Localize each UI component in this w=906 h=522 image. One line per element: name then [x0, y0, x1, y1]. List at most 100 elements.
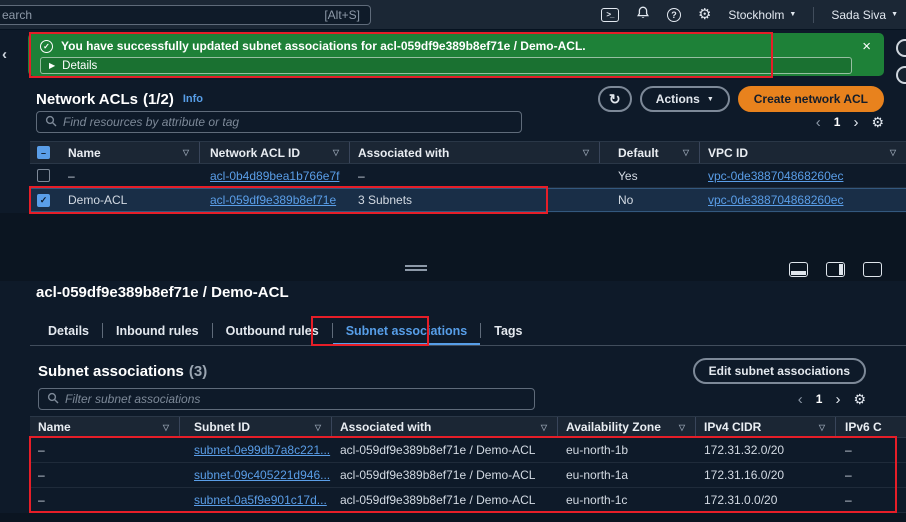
column-header-name[interactable]: Name ▽: [30, 417, 180, 437]
current-page[interactable]: 1: [816, 392, 823, 406]
sort-icon[interactable]: ▽: [183, 148, 189, 157]
search-placeholder-text: earch: [2, 7, 33, 22]
column-header-vpc-id[interactable]: VPC ID ▽: [700, 142, 906, 163]
previous-page-icon[interactable]: ‹: [816, 115, 821, 130]
table-settings-gear-icon[interactable]: ⚙: [871, 115, 884, 129]
info-link[interactable]: Info: [183, 93, 203, 105]
cell-acl-id: acl-0b4d89bea1b766e7f: [200, 164, 350, 187]
acl-pagination: ‹ 1 › ⚙: [816, 115, 884, 130]
sort-icon[interactable]: ▽: [679, 423, 685, 432]
cell-acl-id: acl-059df9e389b8ef71e: [200, 189, 350, 211]
settings-gear-icon[interactable]: ⚙: [698, 7, 711, 22]
select-all-checkbox[interactable]: –: [37, 146, 50, 159]
cell-default: No: [618, 193, 634, 207]
column-header-associated-with[interactable]: Associated with ▽: [350, 142, 600, 163]
column-header-ipv4-cidr[interactable]: IPv4 CIDR ▽: [696, 417, 836, 437]
sort-icon[interactable]: ▽: [819, 423, 825, 432]
subnet-id-link[interactable]: subnet-0a5f9e901c17d...: [194, 493, 327, 507]
acl-filter-input[interactable]: [63, 115, 513, 129]
edge-floating-button[interactable]: [896, 66, 906, 84]
acl-id-link[interactable]: acl-059df9e389b8ef71e: [210, 193, 336, 207]
section-title: Network ACLs: [36, 90, 138, 108]
cell-ipv4-cidr: 172.31.0.0/20: [704, 493, 778, 507]
section-count: (1/2): [142, 90, 174, 108]
region-selector[interactable]: Stockholm ▼: [728, 8, 796, 22]
banner-message: You have successfully updated subnet ass…: [61, 39, 586, 53]
subnet-associations-table: Name ▽ Subnet ID ▽ Associated with ▽ Availa…: [30, 416, 906, 513]
table-row[interactable]: – subnet-0e99db7a8c221... acl-059df9e389…: [30, 438, 906, 463]
previous-page-icon[interactable]: ‹: [798, 392, 803, 407]
vpc-id-link[interactable]: vpc-0de388704868260ec: [708, 169, 843, 183]
row-checkbox[interactable]: ✓: [37, 193, 50, 207]
split-panel-drag-handle[interactable]: [405, 265, 427, 271]
column-header-availability-zone[interactable]: Availability Zone ▽: [558, 417, 696, 437]
cell-subnet-id: subnet-0a5f9e901c17d...: [180, 488, 332, 512]
subnet-filter-input[interactable]: [65, 392, 526, 406]
chevron-down-icon: ▼: [706, 95, 714, 103]
bottom-panel-layout-icon[interactable]: [789, 262, 808, 277]
cell-ipv6: –: [845, 493, 852, 507]
next-page-icon[interactable]: ›: [835, 392, 840, 407]
fullscreen-panel-icon[interactable]: [863, 262, 882, 277]
row-checkbox[interactable]: [37, 169, 50, 182]
help-icon[interactable]: ?: [666, 7, 681, 22]
acl-filter-field[interactable]: [36, 111, 522, 133]
cloudshell-icon[interactable]: >_: [600, 7, 619, 22]
tab-tags[interactable]: Tags: [481, 316, 535, 345]
table-row[interactable]: – subnet-0a5f9e901c17d... acl-059df9e389…: [30, 488, 906, 513]
create-network-acl-button[interactable]: Create network ACL: [737, 86, 884, 112]
sort-icon[interactable]: ▽: [890, 148, 896, 157]
subnet-id-link[interactable]: subnet-0e99db7a8c221...: [194, 443, 330, 457]
column-header-ipv6[interactable]: IPv6 C: [836, 417, 906, 437]
row-checkbox-cell: ✓: [30, 189, 60, 211]
subnet-filter-field[interactable]: [38, 388, 535, 410]
table-settings-gear-icon[interactable]: ⚙: [853, 392, 866, 406]
collapse-side-panel-icon[interactable]: ‹: [2, 47, 7, 62]
column-header-name[interactable]: Name ▽: [60, 142, 200, 163]
tab-details[interactable]: Details: [35, 316, 102, 345]
acl-id-link[interactable]: acl-0b4d89bea1b766e7f: [210, 169, 339, 183]
column-header-associated-with[interactable]: Associated with ▽: [332, 417, 558, 437]
table-row[interactable]: – acl-0b4d89bea1b766e7f – Yes vpc-0de388…: [30, 164, 906, 188]
close-banner-icon[interactable]: ×: [862, 39, 874, 54]
column-header-default[interactable]: Default ▽: [600, 142, 700, 163]
sort-icon[interactable]: ▽: [683, 148, 689, 157]
topbar-divider: [813, 6, 815, 23]
network-acls-table: – Name ▽ Network ACL ID ▽ Associated with ▽…: [30, 141, 906, 212]
success-banner: ✓ You have successfully updated subnet a…: [28, 33, 884, 76]
actions-button[interactable]: Actions ▼: [639, 86, 730, 112]
sort-icon[interactable]: ▽: [541, 423, 547, 432]
sort-icon[interactable]: ▽: [333, 148, 339, 157]
panel-layout-controls: [789, 262, 882, 277]
current-page[interactable]: 1: [834, 115, 841, 129]
edit-subnet-associations-button[interactable]: Edit subnet associations: [692, 358, 866, 384]
table-row-selected[interactable]: ✓ Demo-ACL acl-059df9e389b8ef71e 3 Subne…: [30, 188, 906, 212]
next-page-icon[interactable]: ›: [853, 115, 858, 130]
region-label: Stockholm: [728, 7, 785, 22]
tab-subnet-associations[interactable]: Subnet associations: [333, 316, 481, 345]
column-header-acl-id[interactable]: Network ACL ID ▽: [200, 142, 350, 163]
panel-gap: [0, 213, 906, 281]
refresh-button[interactable]: ↻: [597, 86, 632, 112]
cell-associated-with: –: [358, 168, 365, 183]
tab-inbound-rules[interactable]: Inbound rules: [103, 316, 212, 345]
sort-icon[interactable]: ▽: [583, 148, 589, 157]
banner-details-toggle[interactable]: ▶ Details: [40, 57, 852, 74]
column-header-subnet-id[interactable]: Subnet ID ▽: [180, 417, 332, 437]
global-search-input[interactable]: earch [Alt+S]: [0, 4, 371, 25]
edge-floating-button[interactable]: [896, 39, 906, 57]
side-panel-layout-icon[interactable]: [826, 262, 845, 277]
sort-icon[interactable]: ▽: [163, 423, 169, 432]
table-row[interactable]: – subnet-09c405221d946... acl-059df9e389…: [30, 463, 906, 488]
cell-subnet-id: subnet-0e99db7a8c221...: [180, 438, 332, 462]
chevron-down-icon: ▼: [891, 11, 898, 18]
acl-toolbar: ‹ 1 › ⚙: [36, 111, 884, 133]
notifications-icon[interactable]: [636, 6, 650, 23]
cell-name: –: [38, 443, 45, 457]
subnet-id-link[interactable]: subnet-09c405221d946...: [194, 468, 330, 482]
details-label: Details: [62, 59, 98, 72]
tab-outbound-rules[interactable]: Outbound rules: [213, 316, 332, 345]
account-menu[interactable]: Sada Siva ▼: [831, 8, 898, 22]
sort-icon[interactable]: ▽: [315, 423, 321, 432]
vpc-id-link[interactable]: vpc-0de388704868260ec: [708, 193, 843, 207]
